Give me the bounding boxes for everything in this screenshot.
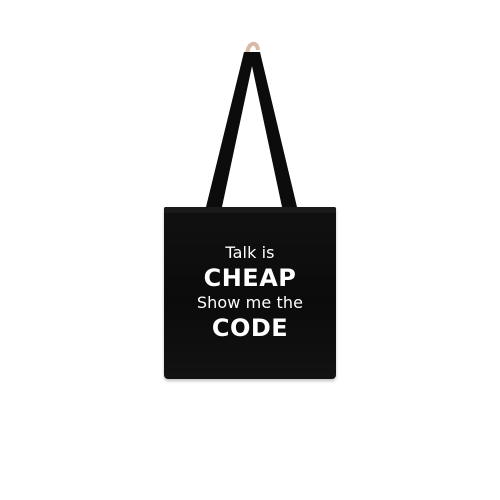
tote-bag-body: Talk is CHEAP Show me the CODE — [164, 207, 336, 379]
print-line-2: CHEAP — [203, 264, 297, 292]
right-strap — [249, 52, 297, 207]
bag-top-hem — [164, 207, 336, 213]
print-line-3: Show me the — [196, 293, 304, 312]
left-strap — [206, 52, 255, 207]
bag-print: Talk is CHEAP Show me the CODE — [164, 243, 336, 343]
product-image: Talk is CHEAP Show me the CODE — [0, 0, 500, 500]
print-line-4: CODE — [211, 314, 289, 342]
print-line-1: Talk is — [225, 243, 275, 262]
